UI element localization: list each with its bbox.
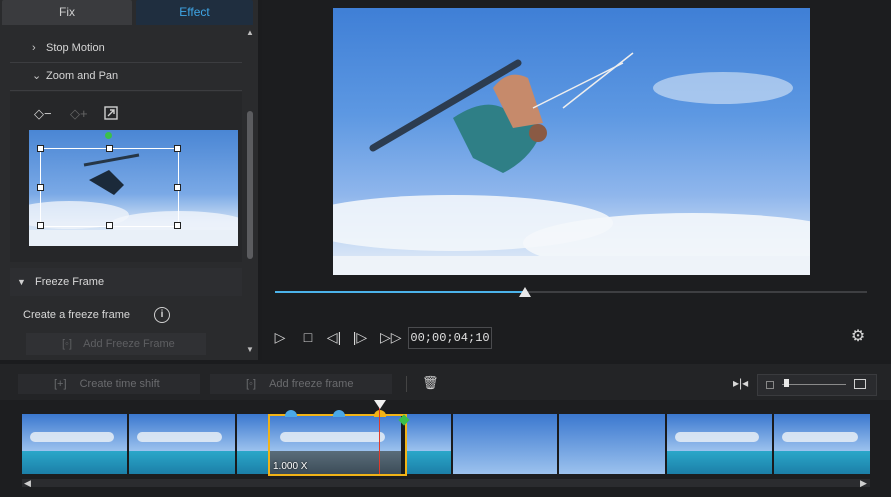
trash-icon[interactable]: 🗑 <box>422 375 439 391</box>
timeline-scrollbar[interactable] <box>22 479 870 487</box>
clip-thumbnail[interactable] <box>129 414 235 474</box>
tab-fix[interactable]: Fix <box>2 0 132 25</box>
resize-handle[interactable] <box>174 145 181 152</box>
timecode-display: 00;00;04;10 <box>408 327 492 349</box>
resize-handle[interactable] <box>37 145 44 152</box>
zoom-out-icon[interactable] <box>766 381 774 389</box>
fit-timeline-icon[interactable]: ▸|◂ <box>733 376 748 390</box>
resize-handle[interactable] <box>174 222 181 229</box>
scroll-down-icon[interactable]: ▼ <box>246 345 254 354</box>
create-time-shift-button[interactable]: [+] Create time shift <box>18 374 200 394</box>
button-label: Add Freeze Frame <box>83 338 175 350</box>
zoom-slider-handle[interactable] <box>784 379 789 387</box>
section-title: Freeze Frame <box>34 276 105 288</box>
clip-thumbnail[interactable] <box>237 414 268 474</box>
clip-thumbnail[interactable] <box>559 414 665 474</box>
chevron-down-icon: ⌄ <box>32 70 42 82</box>
info-icon[interactable]: i <box>154 307 170 323</box>
zoom-slider[interactable] <box>782 384 846 385</box>
freeze-frame-body: Create a freeze frame i [◦] Add Freeze F… <box>10 297 242 358</box>
effect-label: Stop Motion <box>46 42 105 54</box>
scroll-up-icon[interactable]: ▲ <box>246 28 254 37</box>
speed-label: 1.000 X <box>273 461 308 472</box>
resize-handle[interactable] <box>37 222 44 229</box>
freeze-frame-header[interactable]: ▼ Freeze Frame <box>10 268 242 296</box>
clip-thumbnail[interactable] <box>667 414 772 474</box>
clip-thumbnail[interactable] <box>405 414 451 474</box>
zoom-slider-box <box>757 374 877 396</box>
chevron-down-icon: ▼ <box>17 277 26 287</box>
camera-icon: [◦] <box>62 338 73 350</box>
plus-box-icon: [+] <box>54 378 67 390</box>
resize-handle[interactable] <box>106 222 113 229</box>
playhead[interactable] <box>379 404 380 474</box>
scroll-left-icon[interactable]: ◀ <box>24 478 31 489</box>
keyframe-marker[interactable] <box>374 410 386 417</box>
zoom-in-icon[interactable] <box>854 379 866 389</box>
tab-effect[interactable]: Effect <box>136 0 253 25</box>
clip-thumbnail[interactable] <box>453 414 557 474</box>
scrollbar-thumb[interactable] <box>247 111 253 259</box>
play-icon[interactable]: ▷ <box>272 329 288 345</box>
video-preview <box>333 8 810 275</box>
button-label: Create time shift <box>79 378 160 390</box>
seek-progress <box>275 291 525 293</box>
seek-handle[interactable] <box>519 287 531 297</box>
clip-thumbnail[interactable] <box>774 414 870 474</box>
resize-handle[interactable] <box>37 184 44 191</box>
divider <box>406 376 407 392</box>
clip-thumbnail[interactable] <box>22 414 127 474</box>
gear-icon[interactable]: ⚙ <box>850 329 866 345</box>
resize-handle[interactable] <box>106 145 113 152</box>
fast-forward-icon[interactable]: ▷▷ <box>380 329 402 345</box>
camera-icon: [◦] <box>246 378 257 390</box>
keyframe-marker[interactable] <box>285 410 297 417</box>
add-keyframe-icon[interactable]: ◇+ <box>70 106 88 122</box>
rotate-handle[interactable] <box>105 132 112 139</box>
chevron-right-icon: › <box>32 42 36 54</box>
resize-handle[interactable] <box>174 184 181 191</box>
effect-item-stop-motion[interactable]: › Stop Motion <box>10 35 242 63</box>
effect-item-zoom-and-pan[interactable]: ⌄ Zoom and Pan <box>10 63 242 91</box>
effects-scrollbar[interactable]: ▲ ▼ <box>245 27 255 358</box>
effect-label: Zoom and Pan <box>46 70 119 82</box>
next-frame-icon[interactable]: |▷ <box>352 329 368 345</box>
scroll-right-icon[interactable]: ▶ <box>860 478 867 489</box>
previous-frame-icon[interactable]: ◁| <box>326 329 342 345</box>
zoom-selection-box[interactable] <box>40 148 179 227</box>
stop-icon[interactable]: □ <box>300 329 316 345</box>
keyframe-marker[interactable] <box>333 410 345 417</box>
add-freeze-frame-button[interactable]: [◦] Add Freeze Frame <box>26 333 206 355</box>
remove-keyframe-icon[interactable]: ◇− <box>34 106 52 122</box>
freeze-frame-label: Create a freeze frame <box>23 309 130 321</box>
resize-icon[interactable] <box>104 106 118 122</box>
add-freeze-frame-toolbar-button[interactable]: [◦] Add freeze frame <box>210 374 392 394</box>
playhead-handle[interactable] <box>374 400 386 409</box>
button-label: Add freeze frame <box>269 378 354 390</box>
